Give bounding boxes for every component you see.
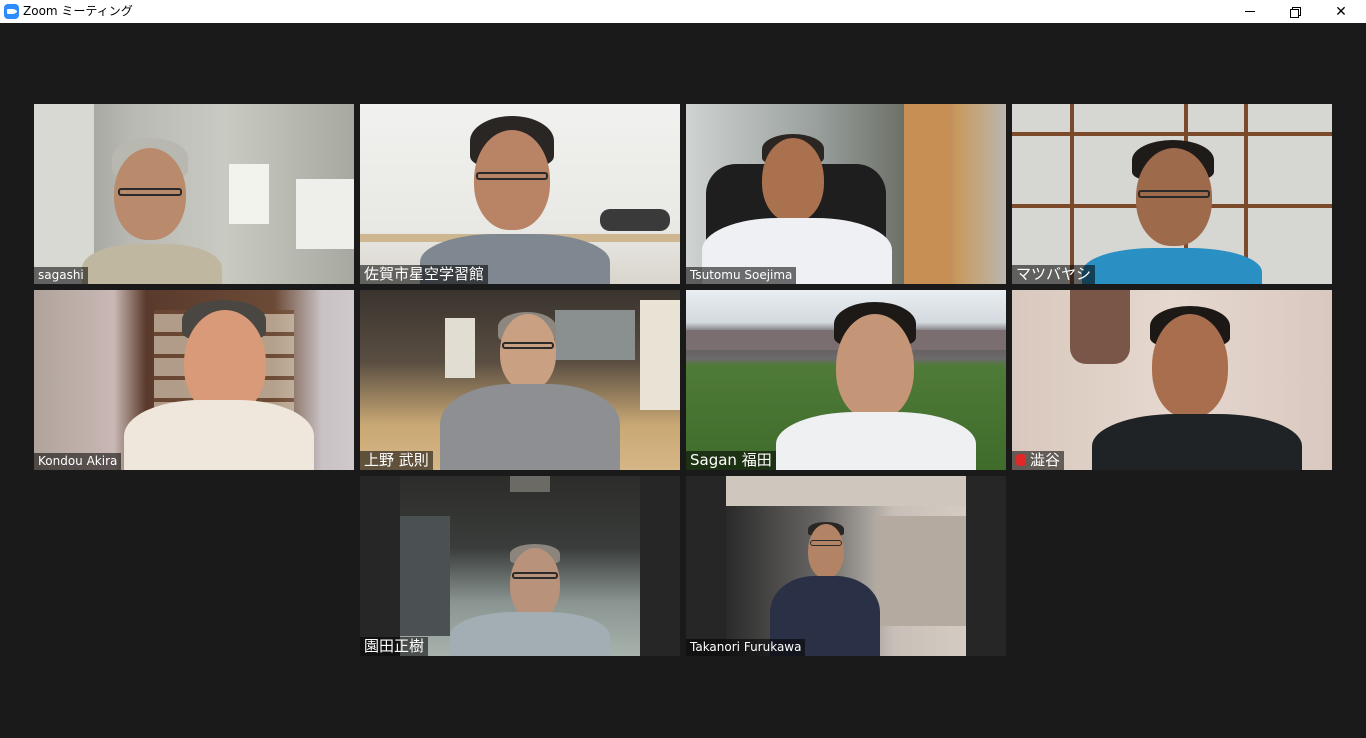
microphone-muted-icon xyxy=(1016,454,1026,466)
zoom-logo-icon xyxy=(4,4,19,19)
participant-name: 澁谷 xyxy=(1012,451,1065,470)
gallery-view: sagashi 佐賀市星空学習館 Tsutomu Soejima マツバヤシ K… xyxy=(0,23,1366,738)
participant-name: Takanori Furukawa xyxy=(686,639,806,656)
video-feed xyxy=(686,104,1006,284)
title-bar: Zoom ミーティング ✕ xyxy=(0,0,1366,23)
video-tile[interactable]: Takanori Furukawa xyxy=(686,476,1006,656)
participant-name: 上野 武則 xyxy=(360,451,433,470)
participant-name: 佐賀市星空学習館 xyxy=(360,265,489,284)
participant-name: sagashi xyxy=(34,267,88,284)
video-tile[interactable]: Tsutomu Soejima xyxy=(686,104,1006,284)
video-tile[interactable]: マツバヤシ xyxy=(1012,104,1332,284)
video-tile[interactable]: 園田正樹 xyxy=(360,476,680,656)
video-feed xyxy=(34,290,354,470)
video-feed xyxy=(686,290,1006,470)
participant-name: Sagan 福田 xyxy=(686,451,776,470)
participant-name-text: 澁谷 xyxy=(1030,451,1061,469)
window-title: Zoom ミーティング xyxy=(23,4,133,18)
restore-icon xyxy=(1290,6,1301,18)
participant-name: Kondou Akira xyxy=(34,453,122,470)
video-tile[interactable]: Kondou Akira xyxy=(34,290,354,470)
video-feed xyxy=(400,476,640,656)
video-feed xyxy=(1012,104,1332,284)
participant-name: 園田正樹 xyxy=(360,637,429,656)
video-tile-active-speaker[interactable]: 佐賀市星空学習館 xyxy=(360,104,680,284)
video-tile[interactable]: 上野 武則 xyxy=(360,290,680,470)
minimize-button[interactable] xyxy=(1227,0,1273,23)
video-feed xyxy=(360,104,680,284)
participant-name: マツバヤシ xyxy=(1012,265,1096,284)
video-tile[interactable]: 澁谷 xyxy=(1012,290,1332,470)
video-feed xyxy=(1012,290,1332,470)
video-feed xyxy=(34,104,354,284)
participant-name: Tsutomu Soejima xyxy=(686,267,797,284)
video-tile[interactable]: Sagan 福田 xyxy=(686,290,1006,470)
video-feed xyxy=(360,290,680,470)
restore-button[interactable] xyxy=(1272,0,1318,23)
close-icon: ✕ xyxy=(1335,3,1347,20)
video-tile[interactable]: sagashi xyxy=(34,104,354,284)
minimize-icon xyxy=(1245,11,1255,12)
video-feed xyxy=(726,476,966,656)
close-button[interactable]: ✕ xyxy=(1318,0,1364,23)
